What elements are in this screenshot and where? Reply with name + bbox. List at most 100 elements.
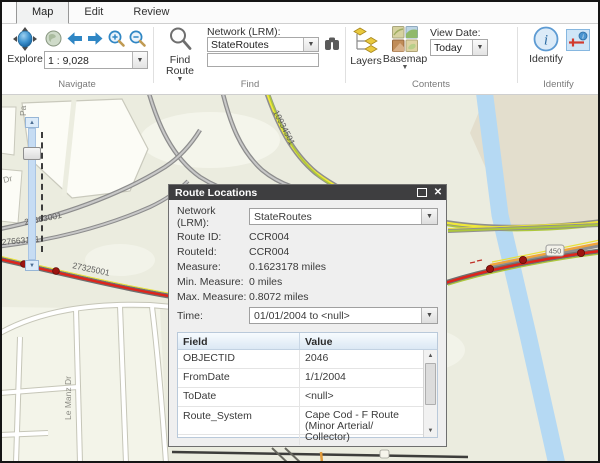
explore-label: Explore <box>7 53 43 65</box>
view-date-label: View Date: <box>430 27 481 39</box>
table-row[interactable]: Route_System Cape Cod - F Route (Minor A… <box>178 407 423 445</box>
time-value: 01/01/2004 to <null> <box>254 309 350 322</box>
binoculars-icon[interactable] <box>324 36 340 52</box>
dialog-network-value: StateRoutes <box>254 210 312 223</box>
group-label-navigate: Navigate <box>58 79 96 90</box>
cell-value: 1/1/2004 <box>305 371 346 383</box>
basemap-icon <box>392 26 418 52</box>
scrollbar-up-arrow-icon[interactable]: ▲ <box>424 350 437 361</box>
time-label: Time: <box>177 309 203 322</box>
table-rows: OBJECTID 2046 FromDate 1/1/2004 ToDate <… <box>178 350 423 445</box>
identify-button[interactable]: i Identify <box>526 26 566 65</box>
zoom-out-icon[interactable] <box>128 29 147 48</box>
city-block <box>0 106 17 156</box>
dialog-body: Network (LRM): StateRoutes ▼ Route ID: CC… <box>169 200 446 445</box>
dialog-titlebar[interactable]: Route Locations ✕ <box>169 185 446 200</box>
group-label-contents: Contents <box>411 79 451 90</box>
slider-up-button[interactable]: ▲ <box>25 117 39 128</box>
explore-button[interactable]: Explore <box>5 26 45 65</box>
svg-text:i: i <box>544 33 548 49</box>
table-scrollbar[interactable]: ▲ ▼ <box>423 350 437 437</box>
tab-review[interactable]: Review <box>118 2 184 23</box>
route-shield-450: 450 <box>545 244 565 257</box>
field-label: Min. Measure: <box>177 275 244 288</box>
svg-text:i: i <box>582 34 584 41</box>
field-label: Max. Measure: <box>177 290 247 303</box>
close-button[interactable]: ✕ <box>430 185 446 200</box>
column-header-field[interactable]: Field <box>178 333 300 349</box>
cell-field: FromDate <box>178 369 300 387</box>
field-label: Route ID: <box>177 230 222 243</box>
layers-button[interactable]: Layers <box>349 26 383 67</box>
find-route-input[interactable] <box>207 53 319 67</box>
forward-arrow-icon[interactable] <box>86 29 105 48</box>
table-row[interactable]: FromDate 1/1/2004 <box>178 369 423 388</box>
residential-area <box>0 307 168 463</box>
slider-down-button[interactable]: ▼ <box>25 260 39 271</box>
app-window: Map Edit Review Explore 1: 9,028 ▼ Navi… <box>0 0 600 463</box>
cell-field: OBJECTID <box>178 350 300 368</box>
back-arrow-icon[interactable] <box>65 29 84 48</box>
map-land-patch <box>140 112 280 168</box>
route-locations-dialog: Route Locations ✕ Network (LRM): StateRo… <box>168 184 447 447</box>
field-value: CCR004 <box>249 230 290 243</box>
group-label-find: Find <box>240 79 260 90</box>
scrollbar-thumb[interactable] <box>425 363 436 405</box>
scrollbar-down-arrow-icon[interactable]: ▼ <box>424 425 437 436</box>
group-separator <box>153 27 154 83</box>
map-scale-combobox[interactable]: 1 : 9,028 ▼ <box>44 51 148 69</box>
table-row[interactable]: ToDate <null> <box>178 388 423 407</box>
map-zoom-slider[interactable]: ▲ ▼ <box>23 117 43 271</box>
route-location-icon: i <box>569 31 588 47</box>
slider-tick-marks <box>41 132 43 252</box>
view-date-combobox[interactable]: Today ▼ <box>430 39 488 56</box>
basemap-button[interactable]: Basemap ▼ <box>383 26 427 71</box>
svg-text:450: 450 <box>549 247 562 256</box>
cell-value: Cape Cod - F Route (Minor Arterial/ Coll… <box>305 409 399 443</box>
dialog-network-dropdown-arrow-icon[interactable]: ▼ <box>421 209 437 224</box>
field-label: RouteId: <box>177 245 217 258</box>
network-dropdown-arrow-icon[interactable]: ▼ <box>303 38 318 51</box>
cell-value: <null> <box>305 390 334 402</box>
dialog-network-label: Network (LRM): <box>177 204 216 229</box>
ribbon-tabstrip: Map Edit Review <box>0 0 600 24</box>
identify-route-locations-tool[interactable]: i <box>566 29 590 51</box>
table-header: Field Value <box>178 333 437 350</box>
dialog-title: Route Locations <box>175 186 258 199</box>
basemap-dropdown-caret-icon: ▼ <box>401 64 409 71</box>
attributes-table: Field Value OBJECTID 2046 FromDate 1/1/2… <box>177 332 438 445</box>
time-dropdown-arrow-icon[interactable]: ▼ <box>421 308 437 323</box>
field-value: 0.8072 miles <box>249 290 309 303</box>
maximize-button[interactable] <box>414 185 430 200</box>
field-value: 0.1623178 miles <box>249 260 327 273</box>
scale-dropdown-arrow-icon[interactable]: ▼ <box>132 52 147 68</box>
column-header-value[interactable]: Value <box>300 333 437 349</box>
magnifier-icon <box>169 27 191 50</box>
zoom-in-icon[interactable] <box>107 29 126 48</box>
group-separator <box>345 27 346 83</box>
tab-map[interactable]: Map <box>16 1 70 24</box>
globe-icon[interactable] <box>44 29 63 48</box>
view-date-dropdown-arrow-icon[interactable]: ▼ <box>472 40 487 55</box>
group-label-identify: Identify <box>543 79 574 90</box>
network-lrm-combobox[interactable]: StateRoutes ▼ <box>207 37 319 52</box>
time-combobox[interactable]: 01/01/2004 to <null> ▼ <box>249 307 438 324</box>
network-lrm-value: StateRoutes <box>211 39 269 51</box>
map-scale-value: 1 : 9,028 <box>48 54 89 67</box>
dialog-network-combobox[interactable]: StateRoutes ▼ <box>249 208 438 225</box>
layers-label: Layers <box>350 55 382 67</box>
find-route-button[interactable]: Find Route ▼ <box>159 26 201 83</box>
slider-thumb[interactable] <box>23 147 41 160</box>
field-value: CCR004 <box>249 245 290 258</box>
cell-value: 2046 <box>305 352 329 364</box>
explore-compass-icon <box>13 27 37 51</box>
tab-edit[interactable]: Edit <box>69 2 118 23</box>
identify-label: Identify <box>529 53 563 65</box>
field-label: Measure: <box>177 260 221 273</box>
street-label: Le Manz Dr <box>63 376 73 420</box>
identify-info-icon: i <box>533 26 559 52</box>
view-date-value: Today <box>434 42 463 54</box>
group-separator <box>517 27 518 83</box>
maximize-icon <box>417 188 427 197</box>
table-row[interactable]: OBJECTID 2046 <box>178 350 423 369</box>
